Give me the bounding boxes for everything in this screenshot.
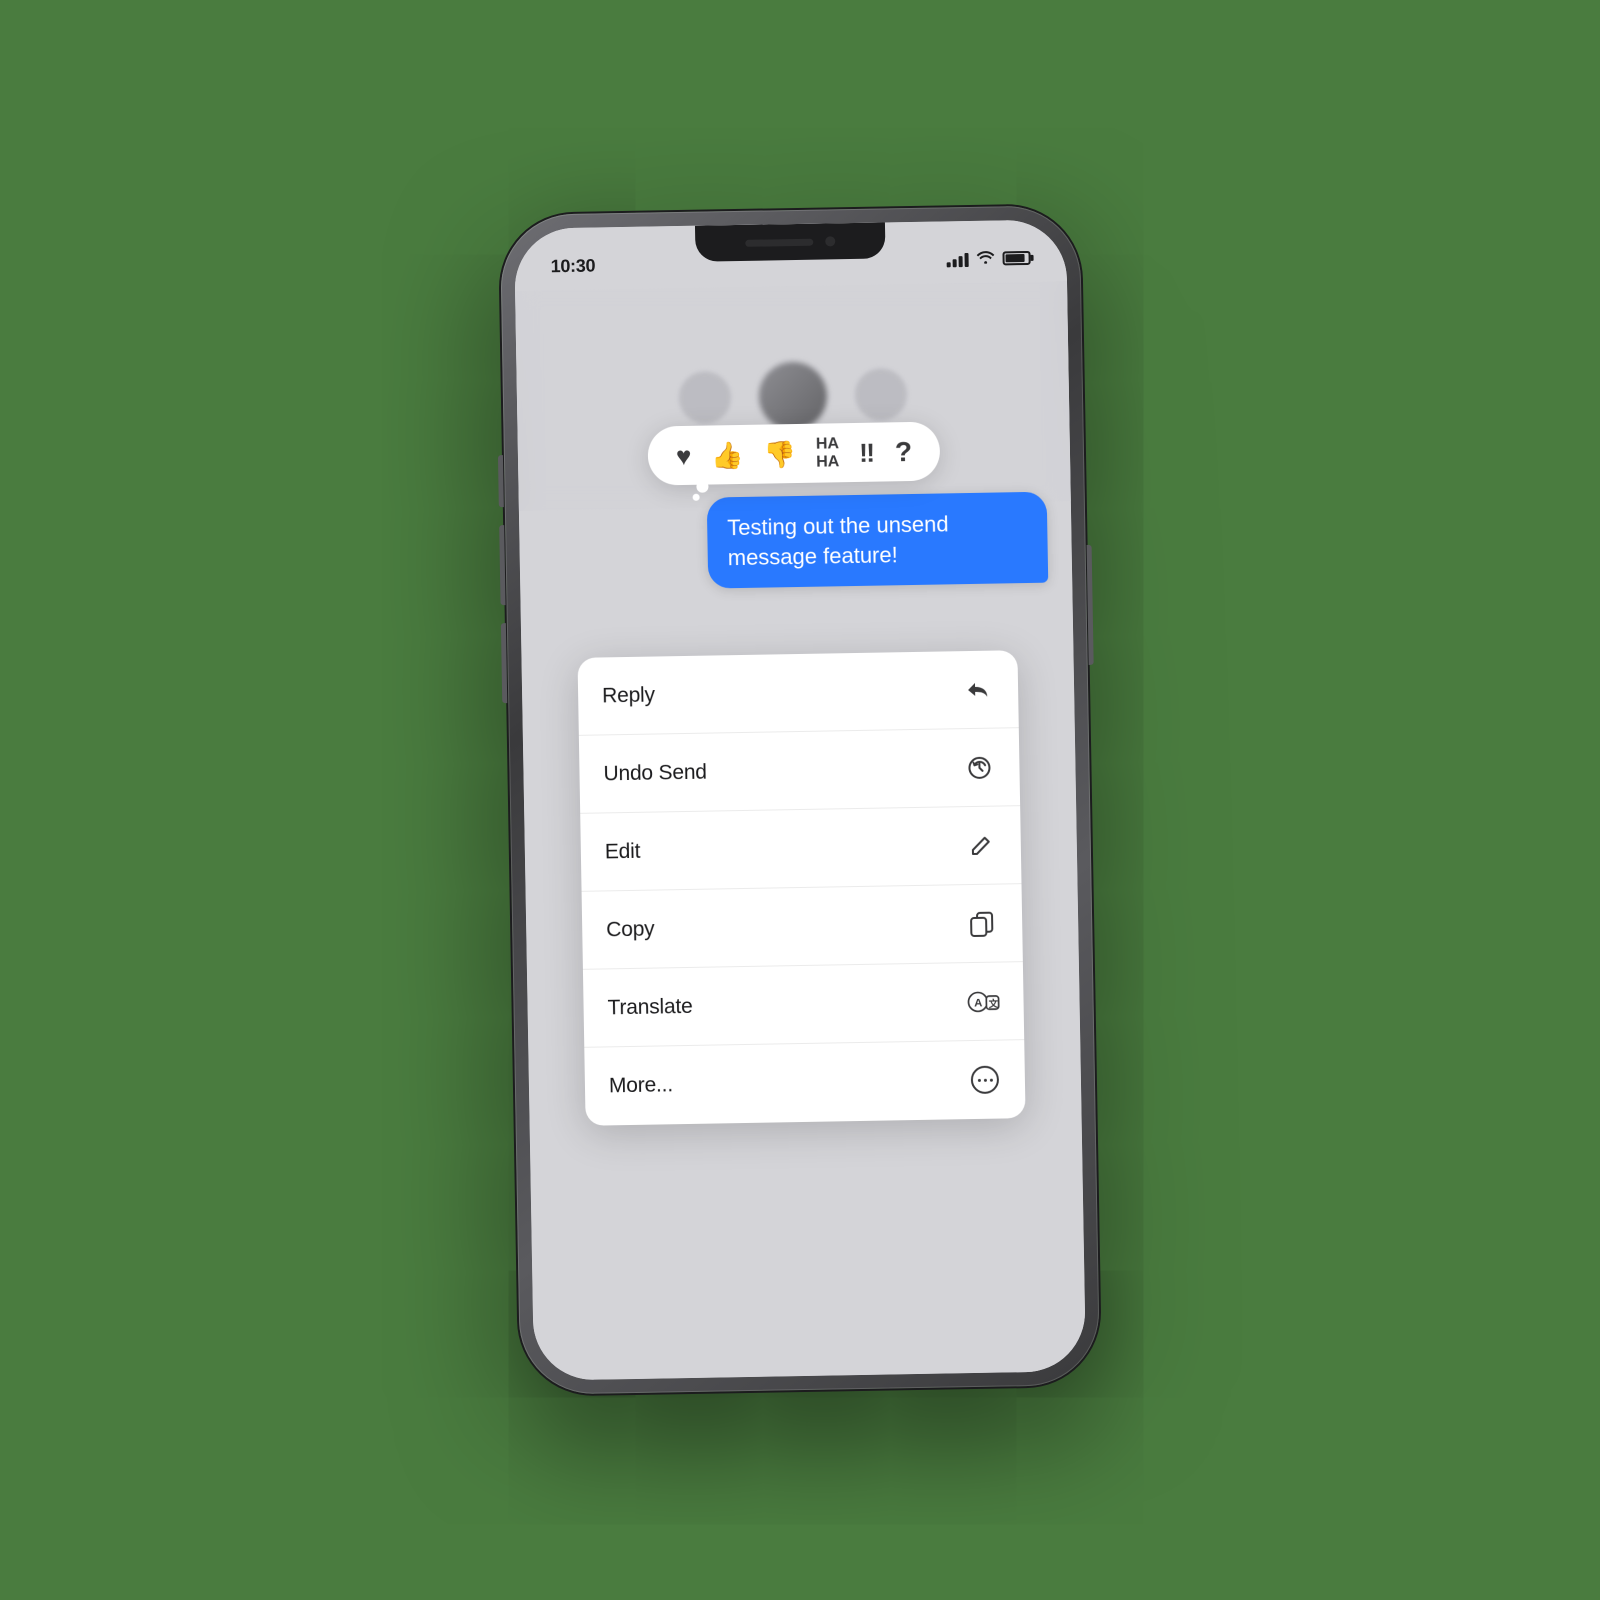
context-menu: Reply Undo Send — [577, 650, 1025, 1126]
more-icon — [969, 1064, 1002, 1097]
message-bubble-container: Testing out the unsend message feature! — [707, 492, 1049, 589]
edit-icon — [965, 829, 998, 862]
chat-area: ♥ 👍 👎 HAHA ‼ ? Testing out the unsend me… — [514, 219, 1086, 1380]
exclaim-reaction[interactable]: ‼ — [859, 439, 875, 465]
signal-icon — [946, 251, 968, 267]
copy-icon — [966, 907, 999, 940]
message-bubble: Testing out the unsend message feature! — [707, 492, 1049, 589]
status-time: 10:30 — [550, 255, 595, 277]
edit-label: Edit — [605, 839, 641, 864]
status-icons — [946, 249, 1030, 268]
reaction-bar: ♥ 👍 👎 HAHA ‼ ? — [647, 422, 940, 486]
heart-reaction[interactable]: ♥ — [676, 442, 692, 468]
edit-menu-item[interactable]: Edit — [580, 806, 1021, 892]
question-reaction[interactable]: ? — [895, 438, 913, 466]
haha-reaction[interactable]: HAHA — [816, 435, 840, 471]
notch — [695, 222, 886, 261]
translate-icon: A 文 — [967, 985, 1000, 1018]
undo-send-icon — [963, 751, 996, 784]
copy-menu-item[interactable]: Copy — [582, 884, 1023, 970]
message-text: Testing out the unsend message feature! — [727, 511, 949, 570]
undo-send-label: Undo Send — [603, 760, 707, 786]
reply-label: Reply — [602, 683, 655, 708]
thumbs-down-reaction[interactable]: 👎 — [763, 441, 796, 468]
more-label: More... — [609, 1073, 673, 1098]
more-menu-item[interactable]: More... — [584, 1040, 1025, 1126]
phone-frame: 10:30 — [500, 205, 1101, 1395]
undo-send-menu-item[interactable]: Undo Send — [579, 728, 1020, 814]
thumbs-up-reaction[interactable]: 👍 — [711, 442, 744, 469]
silent-switch[interactable] — [501, 623, 507, 703]
reply-icon — [962, 673, 995, 706]
volume-up-button[interactable] — [498, 455, 504, 507]
battery-fill — [1006, 254, 1025, 262]
reply-menu-item[interactable]: Reply — [577, 650, 1018, 736]
volume-down-button[interactable] — [499, 525, 505, 605]
power-button[interactable] — [1087, 545, 1094, 665]
battery-icon — [1002, 251, 1030, 265]
avatar — [758, 361, 827, 430]
svg-text:文: 文 — [988, 998, 999, 1009]
copy-label: Copy — [606, 917, 655, 942]
speaker-grille — [745, 238, 813, 246]
svg-text:A: A — [974, 997, 982, 1009]
front-camera — [825, 236, 835, 246]
translate-menu-item[interactable]: Translate A 文 — [583, 962, 1024, 1048]
translate-label: Translate — [607, 994, 692, 1019]
wifi-icon — [976, 250, 994, 268]
phone-screen: 10:30 — [514, 219, 1086, 1380]
